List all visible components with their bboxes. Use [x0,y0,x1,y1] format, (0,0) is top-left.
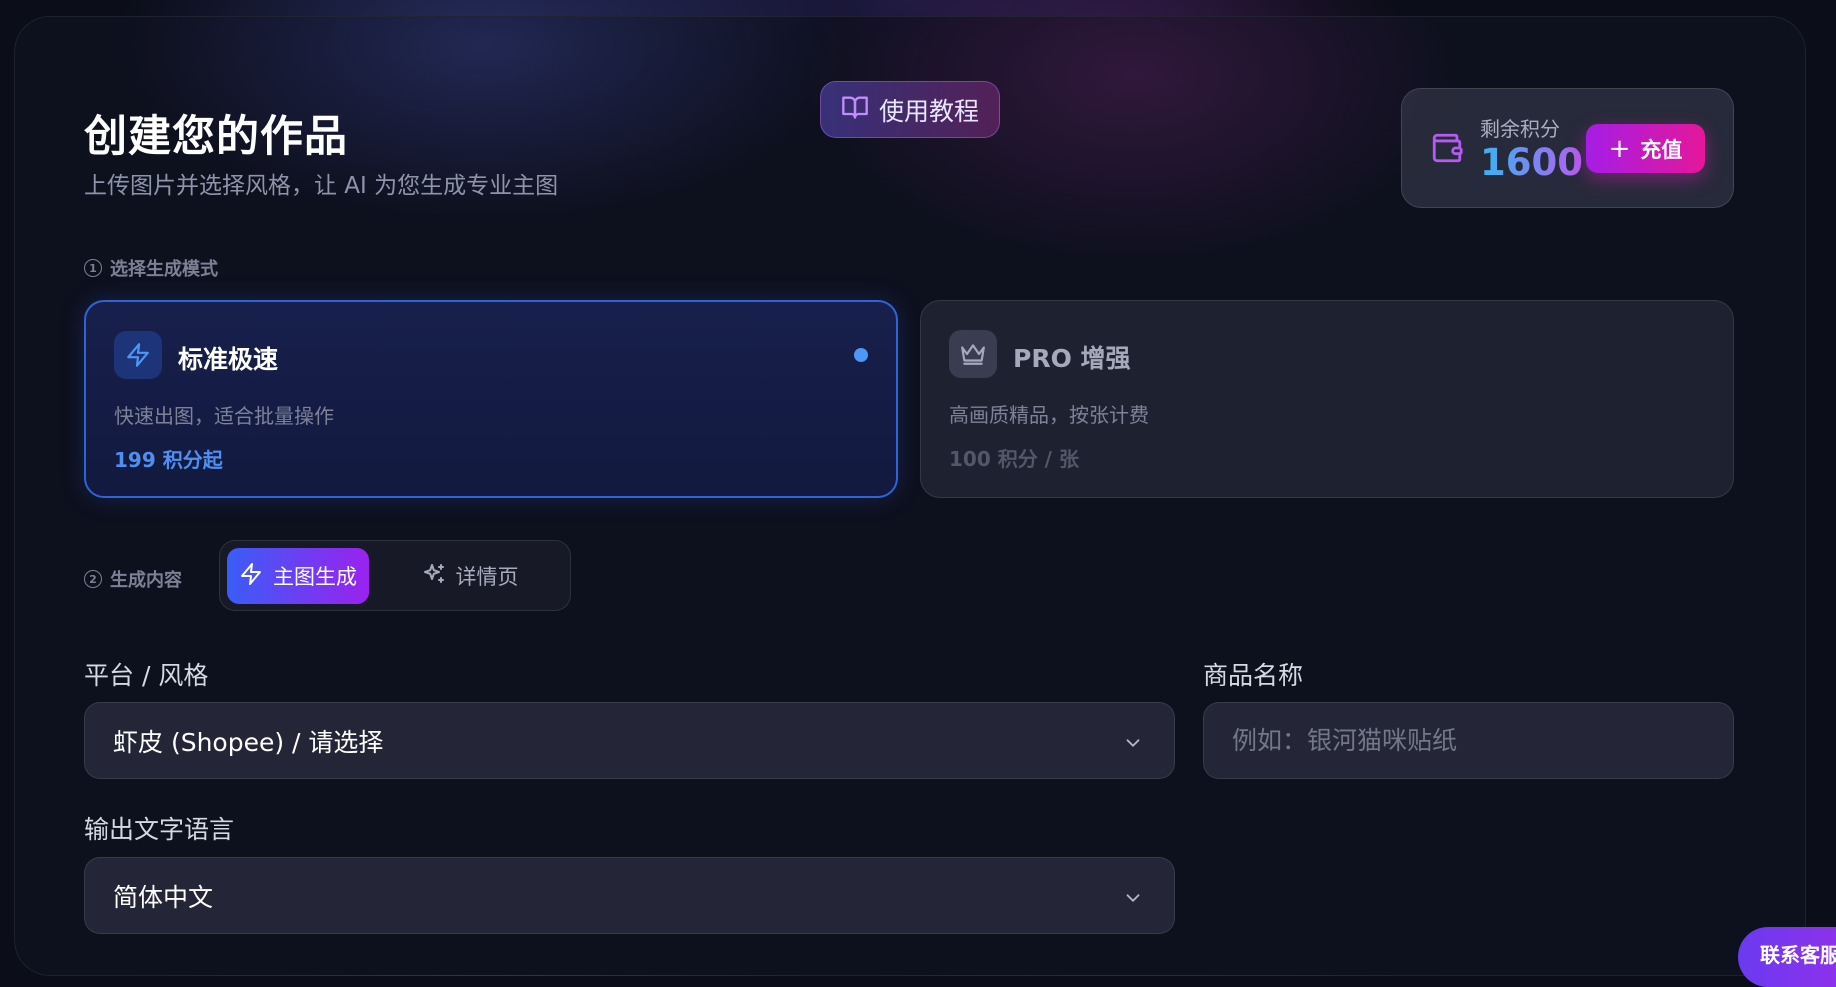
sparkles-icon [422,562,446,591]
selected-indicator [854,348,868,362]
tutorial-label: 使用教程 [878,96,979,126]
lightning-icon [239,562,263,591]
credits-card: 剩余积分 1600 + 充值 [1401,88,1734,208]
step1-label: 1 选择生成模式 [84,255,218,281]
language-select[interactable]: 简体中文 [84,857,1175,934]
language-label: 输出文字语言 [84,815,235,844]
credits-value: 1600 [1480,141,1583,184]
credits-label: 剩余积分 [1480,117,1560,141]
wallet-icon [1430,131,1464,165]
step2-number: 2 [84,570,102,588]
recharge-button[interactable]: + 充值 [1586,124,1705,173]
page-title: 创建您的作品 [84,112,348,162]
mode-description: 快速出图，适合批量操作 [114,404,334,428]
chevron-down-icon [1122,731,1144,753]
mode-name: 标准极速 [178,345,279,374]
step2-label: 2 生成内容 [84,566,182,592]
lightning-icon [114,331,162,379]
book-icon [841,93,869,127]
tab-main-image[interactable]: 主图生成 [227,548,369,604]
mode-card-standard[interactable]: 标准极速 快速出图，适合批量操作 199 积分起 [84,300,898,498]
mode-name: PRO 增强 [1013,344,1131,373]
page-subtitle: 上传图片并选择风格，让 AI 为您生成专业主图 [84,173,559,199]
tutorial-button[interactable]: 使用教程 [820,81,1000,138]
platform-select[interactable]: 虾皮 (Shopee) / 请选择 [84,702,1175,779]
language-value: 简体中文 [113,882,214,912]
chevron-down-icon [1122,886,1144,908]
tab-detail-page[interactable]: 详情页 [380,548,560,604]
mode-card-pro[interactable]: PRO 增强 高画质精品，按张计费 100 积分 / 张 [920,300,1734,498]
platform-value: 虾皮 (Shopee) / 请选择 [113,727,384,757]
tab-label: 详情页 [455,565,519,589]
tab-label: 主图生成 [273,565,357,589]
step1-number: 1 [84,259,102,277]
plus-icon: + [1608,133,1631,164]
product-name-input[interactable] [1203,702,1734,779]
contact-support-button[interactable]: 联系客服 [1738,927,1836,987]
product-name-label: 商品名称 [1203,661,1304,690]
recharge-label: 充值 [1640,137,1683,162]
mode-description: 高画质精品，按张计费 [949,403,1149,427]
mode-price: 199 积分起 [114,448,223,472]
step2-text: 生成内容 [110,570,182,591]
crown-icon [949,330,997,378]
contact-support-label: 联系客服 [1760,943,1836,967]
mode-price: 100 积分 / 张 [949,447,1079,471]
content-tabs: 主图生成 详情页 [219,540,571,611]
step1-text: 选择生成模式 [110,259,218,280]
platform-label: 平台 / 风格 [84,661,209,690]
